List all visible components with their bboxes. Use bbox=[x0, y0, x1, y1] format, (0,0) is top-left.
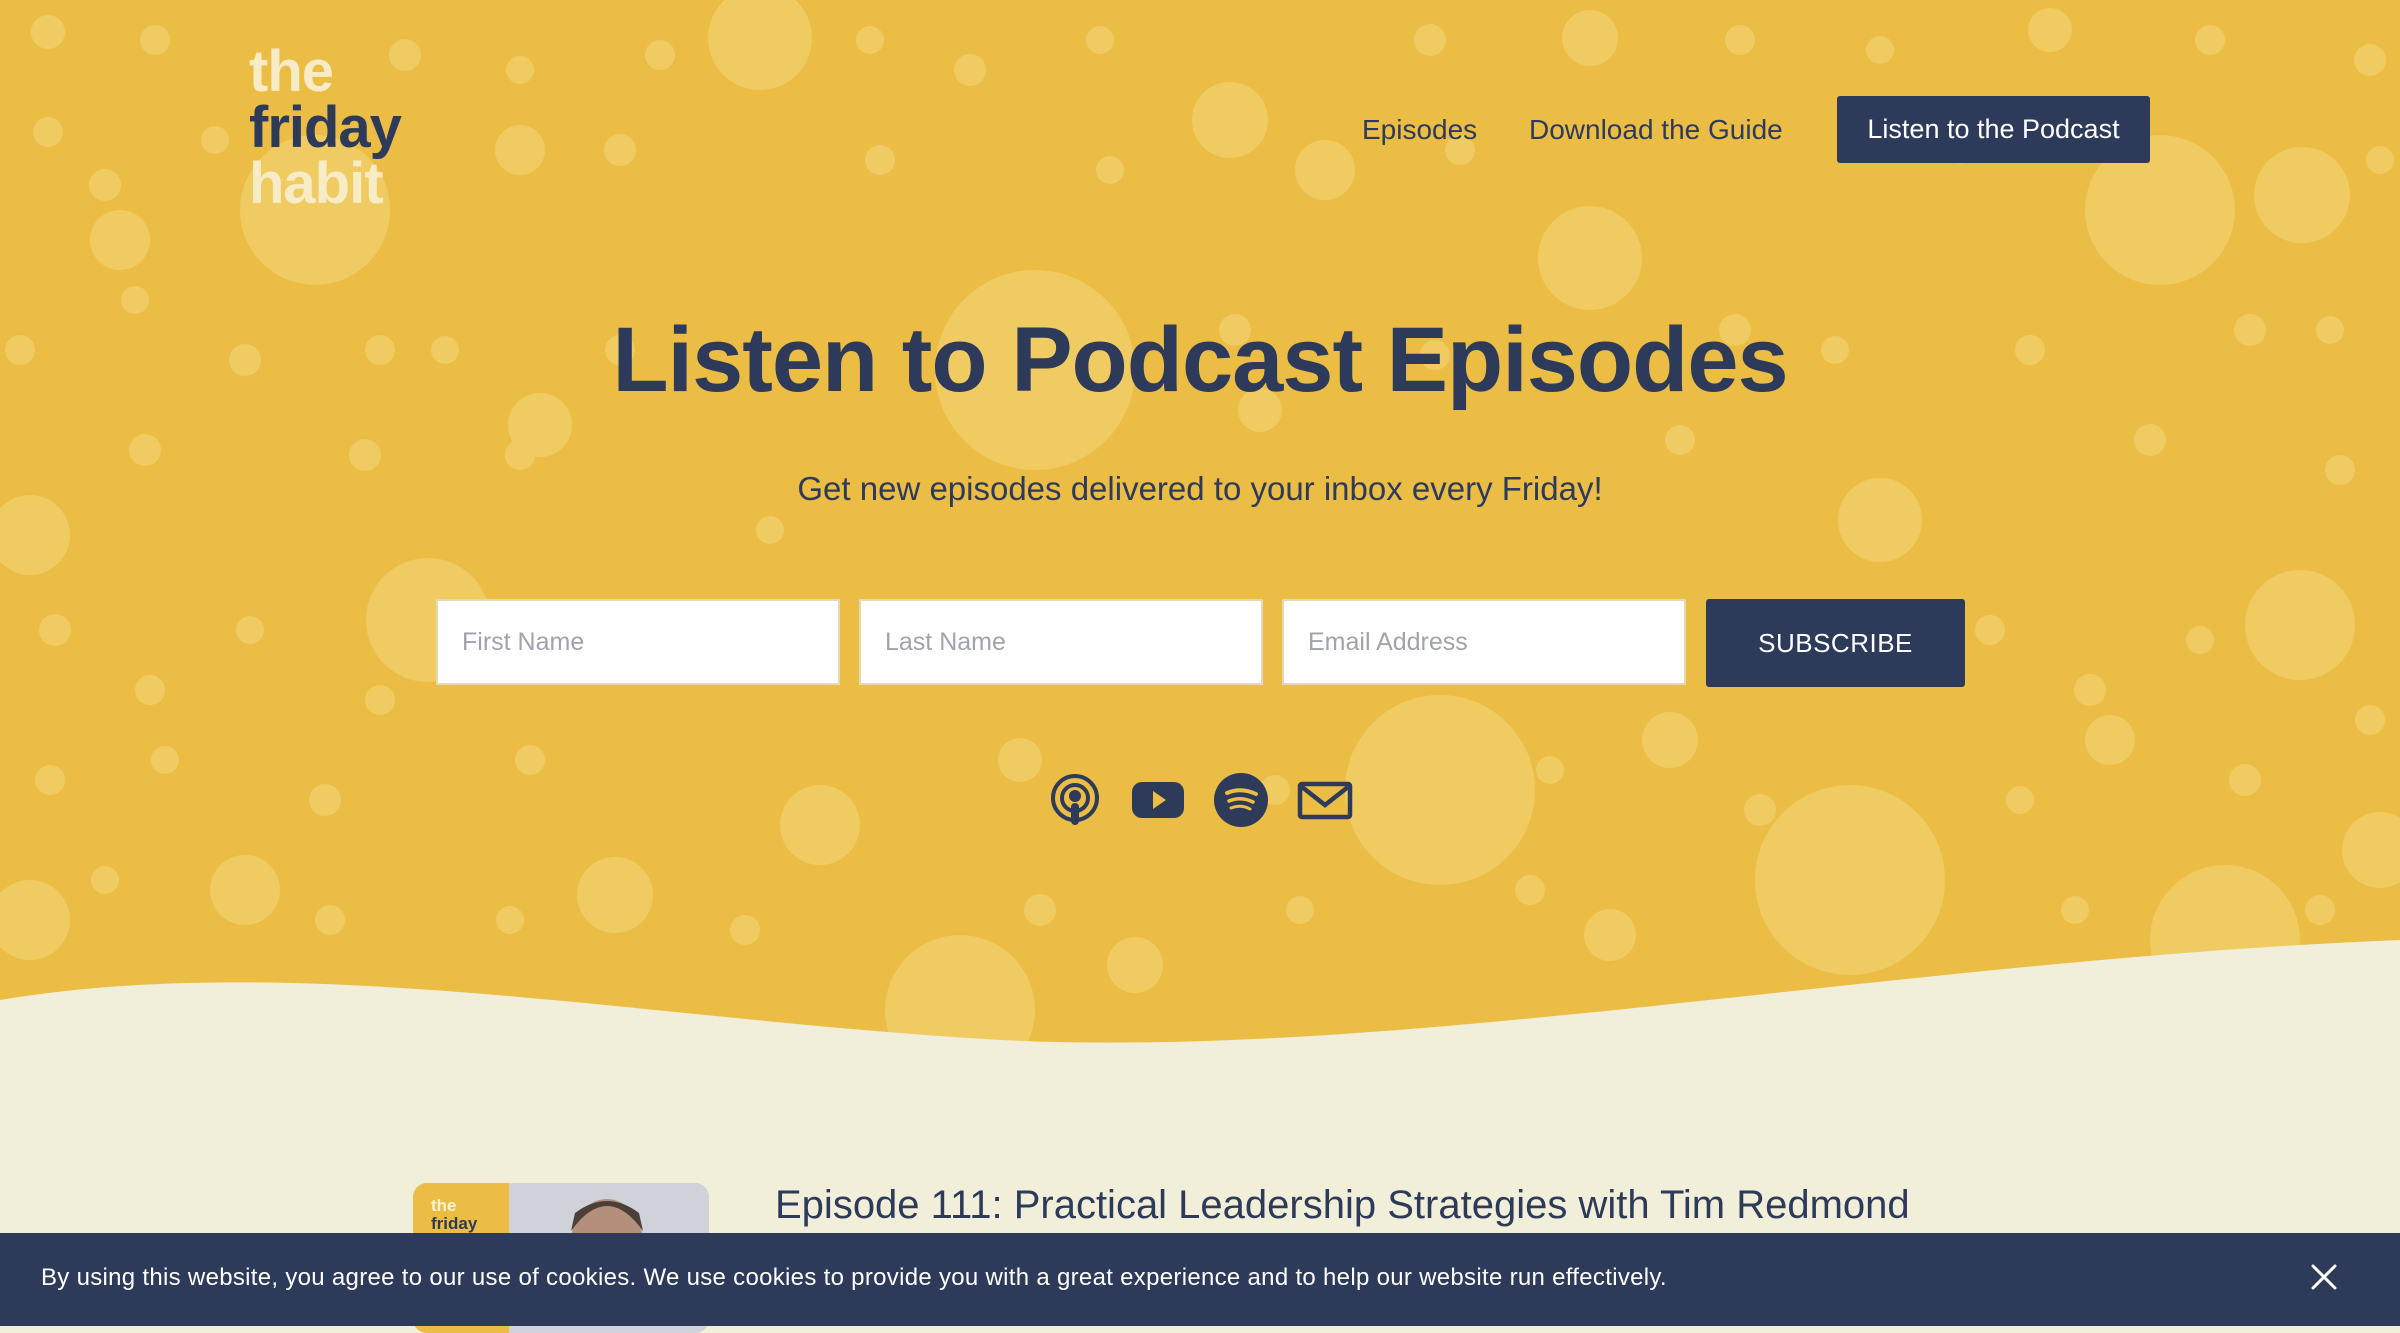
nav-link-download-guide[interactable]: Download the Guide bbox=[1529, 114, 1783, 146]
apple-podcasts-icon[interactable] bbox=[1047, 772, 1103, 828]
youtube-icon[interactable] bbox=[1130, 772, 1186, 828]
cookie-banner: By using this website, you agree to our … bbox=[0, 1233, 2400, 1326]
cookie-notice-text: By using this website, you agree to our … bbox=[41, 1264, 1667, 1291]
hero-section: the friday habit Episodes Download the G… bbox=[0, 0, 2400, 1060]
thumbnail-logo: the friday bbox=[431, 1196, 478, 1233]
nav-link-episodes[interactable]: Episodes bbox=[1362, 114, 1477, 146]
page-subtitle: Get new episodes delivered to your inbox… bbox=[797, 470, 1603, 507]
last-name-input[interactable] bbox=[859, 599, 1263, 685]
email-icon[interactable] bbox=[1297, 772, 1353, 828]
logo-line-habit: habit bbox=[249, 151, 384, 216]
email-input[interactable] bbox=[1282, 599, 1686, 685]
logo-line-the: the bbox=[249, 39, 334, 104]
logo-line-friday: friday bbox=[249, 95, 402, 160]
episode-title-link[interactable]: Episode 111: Practical Leadership Strate… bbox=[775, 1183, 1910, 1228]
spotify-icon[interactable] bbox=[1213, 772, 1269, 828]
close-icon[interactable] bbox=[2305, 1258, 2343, 1296]
first-name-input[interactable] bbox=[436, 599, 840, 685]
listen-podcast-button[interactable]: Listen to the Podcast bbox=[1837, 96, 2150, 163]
page-title: Listen to Podcast Episodes bbox=[612, 309, 1788, 411]
site-logo[interactable]: the friday habit bbox=[249, 39, 402, 216]
subscribe-button[interactable]: SUBSCRIBE bbox=[1706, 599, 1965, 687]
